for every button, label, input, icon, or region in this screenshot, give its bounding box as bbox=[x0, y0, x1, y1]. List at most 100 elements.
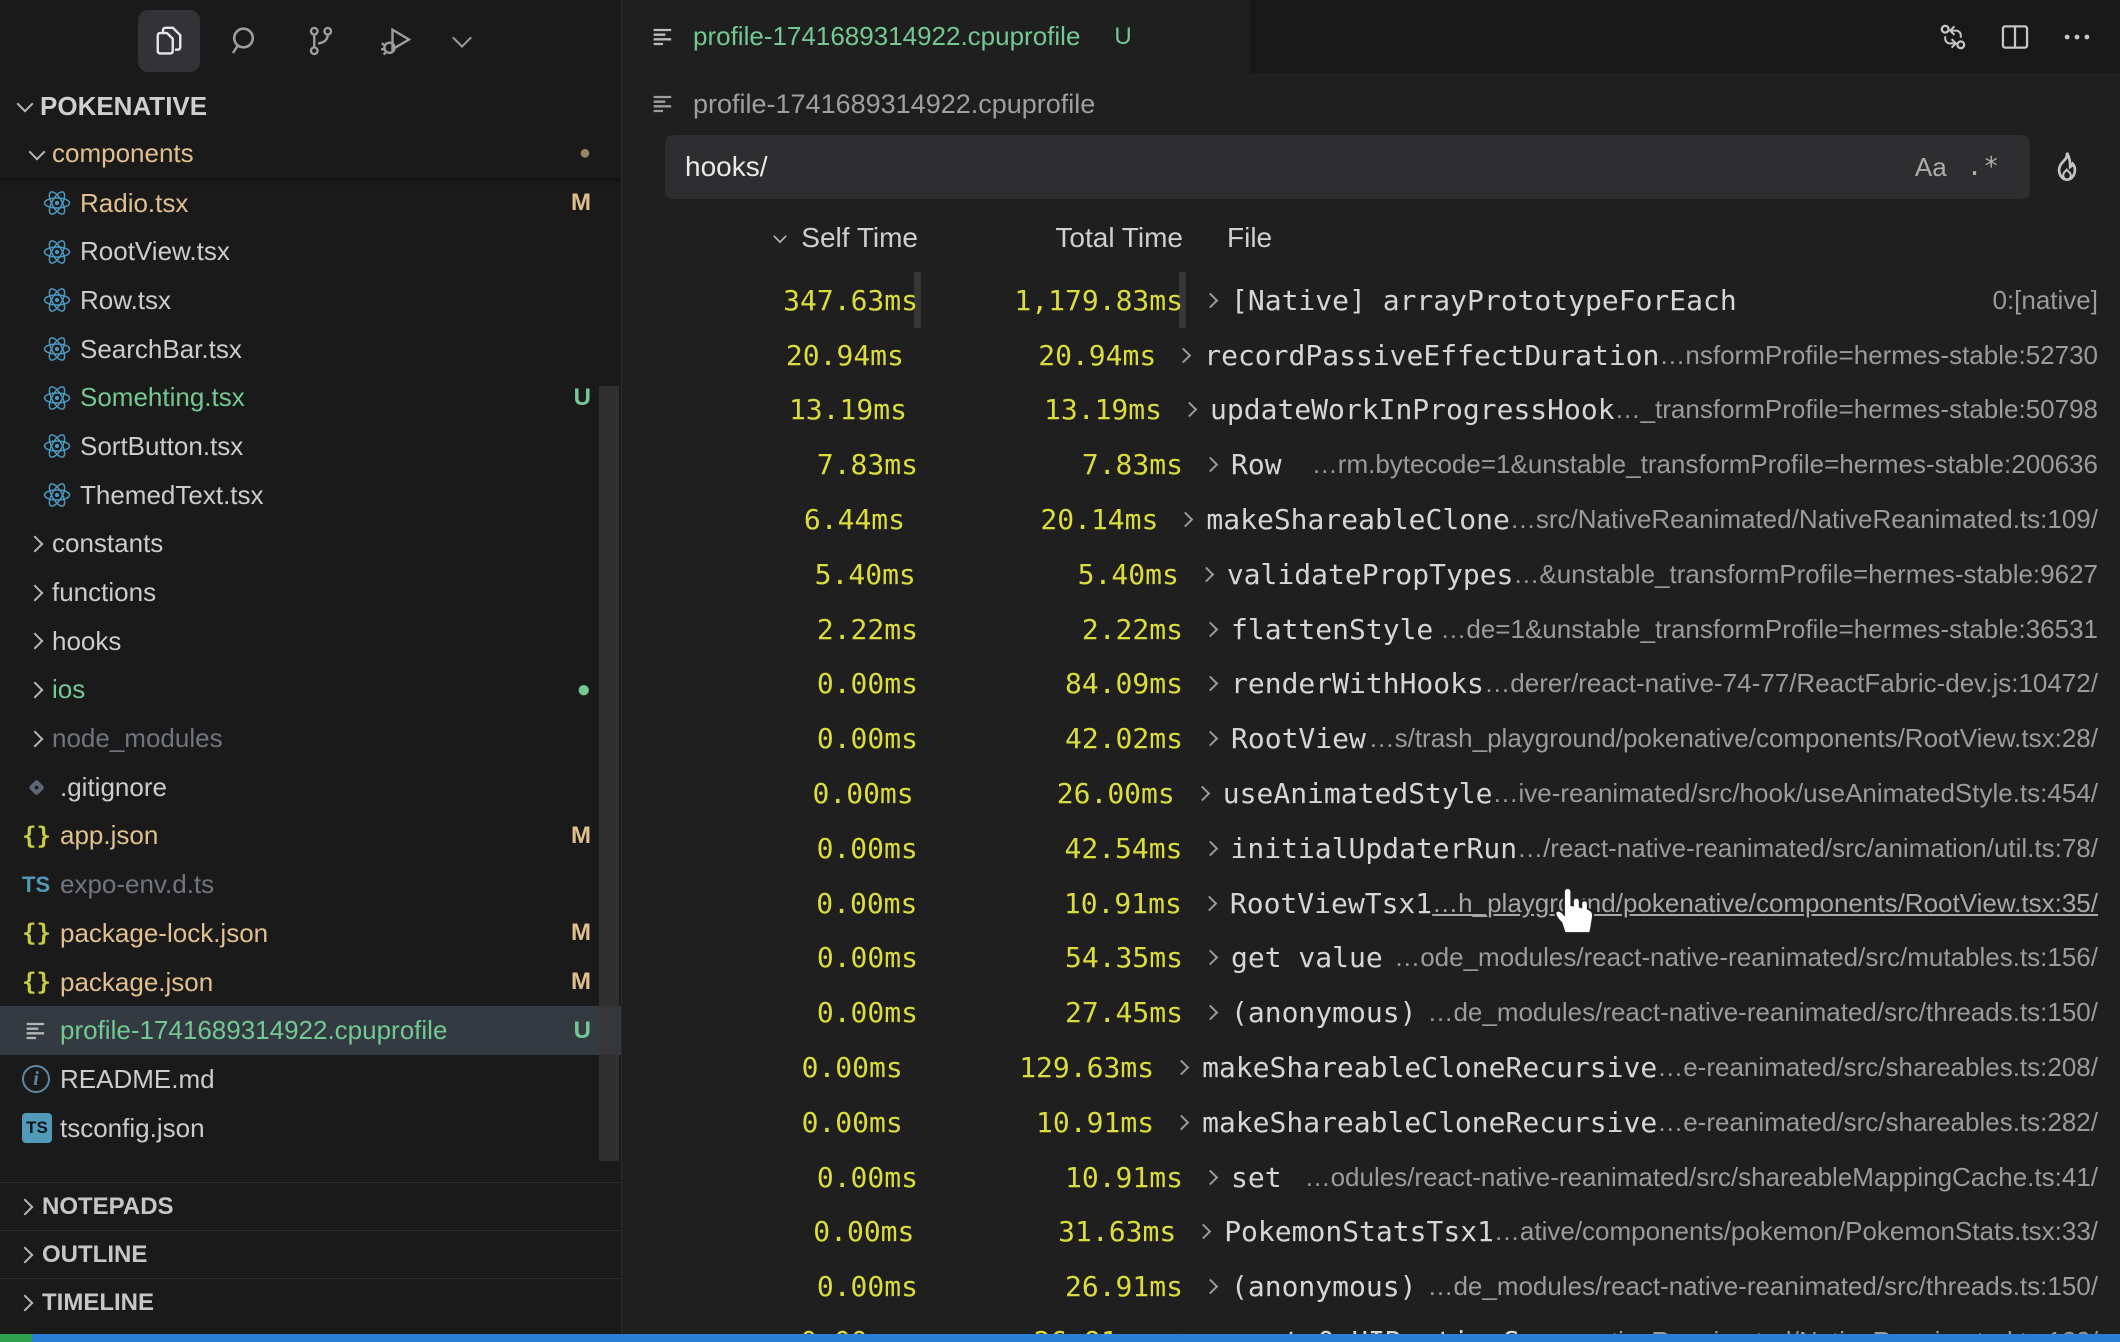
table-row[interactable]: 7.83ms 7.83ms Row …rm.bytecode=1&unstabl… bbox=[623, 437, 2120, 492]
project-header[interactable]: POKENATIVE bbox=[0, 82, 621, 130]
file-link[interactable]: …ative/components/pokemon/PokemonStats.t… bbox=[1494, 1216, 2120, 1247]
more-views-chevron-icon[interactable] bbox=[442, 21, 482, 61]
table-row[interactable]: 0.00ms 31.63ms PokemonStatsTsx1 …ative/c… bbox=[623, 1205, 2120, 1260]
search-icon[interactable] bbox=[214, 10, 276, 72]
expand-chevron-icon[interactable] bbox=[1205, 671, 1231, 697]
tree-item[interactable]: i README.md bbox=[0, 1055, 621, 1104]
run-debug-icon[interactable] bbox=[366, 10, 428, 72]
tree-item[interactable]: {} package-lock.json M bbox=[0, 909, 621, 958]
expand-chevron-icon[interactable] bbox=[1204, 890, 1230, 916]
sidebar-scrollbar[interactable] bbox=[599, 386, 619, 1161]
file-link[interactable]: …/react-native-reanimated/src/animation/… bbox=[1517, 833, 2120, 864]
file-link[interactable]: 0:[native] bbox=[1992, 285, 2120, 316]
expand-chevron-icon[interactable] bbox=[1176, 1055, 1202, 1081]
tree-item[interactable]: ThemedText.tsx bbox=[0, 471, 621, 520]
tree-item[interactable]: node_modules bbox=[0, 714, 621, 763]
column-file[interactable]: File bbox=[1227, 222, 1272, 254]
table-row[interactable]: 0.00ms 10.91ms RootViewTsx1 …h_playgroun… bbox=[623, 876, 2120, 931]
file-link[interactable]: …&unstable_transformProfile=hermes-stabl… bbox=[1513, 559, 2120, 590]
expand-chevron-icon[interactable] bbox=[1205, 1000, 1231, 1026]
section-notepads[interactable]: NOTEPADS bbox=[0, 1182, 622, 1230]
regex-icon[interactable]: .* bbox=[1957, 148, 2010, 186]
expand-chevron-icon[interactable] bbox=[1205, 287, 1231, 313]
tab-cpuprofile[interactable]: profile-1741689314922.cpuprofile U bbox=[623, 0, 1250, 73]
file-link[interactable]: …_transformProfile=hermes-stable:50798 bbox=[1615, 394, 2120, 425]
expand-chevron-icon[interactable] bbox=[1176, 1109, 1202, 1135]
explorer-icon[interactable] bbox=[138, 10, 200, 72]
tree-item[interactable]: components ● bbox=[0, 130, 621, 179]
expand-chevron-icon[interactable] bbox=[1205, 945, 1231, 971]
tree-item[interactable]: constants bbox=[0, 520, 621, 569]
expand-chevron-icon[interactable] bbox=[1180, 507, 1206, 533]
compare-changes-icon[interactable] bbox=[1936, 20, 1970, 54]
expand-chevron-icon[interactable] bbox=[1178, 342, 1204, 368]
file-link[interactable]: …rm.bytecode=1&unstable_transformProfile… bbox=[1312, 449, 2120, 480]
tree-item[interactable]: functions bbox=[0, 568, 621, 617]
more-actions-icon[interactable] bbox=[2060, 20, 2094, 54]
source-control-icon[interactable] bbox=[290, 10, 352, 72]
file-link[interactable]: …src/NativeReanimated/NativeReanimated.t… bbox=[1510, 504, 2120, 535]
tree-item[interactable]: .gitignore bbox=[0, 763, 621, 812]
file-link[interactable]: …e-reanimated/src/shareables.ts:208/ bbox=[1657, 1052, 2120, 1083]
table-row[interactable]: 0.00ms 84.09ms renderWithHooks …derer/re… bbox=[623, 657, 2120, 712]
expand-chevron-icon[interactable] bbox=[1205, 1164, 1231, 1190]
file-link[interactable]: …ive-reanimated/src/hook/useAnimatedStyl… bbox=[1492, 778, 2120, 809]
expand-chevron-icon[interactable] bbox=[1205, 726, 1231, 752]
tree-item[interactable]: {} app.json M bbox=[0, 812, 621, 861]
file-link[interactable]: …de_modules/react-native-reanimated/src/… bbox=[1427, 997, 2120, 1028]
file-link[interactable]: …de=1&unstable_transformProfile=hermes-s… bbox=[1440, 614, 2120, 645]
table-row[interactable]: 0.00ms 129.63ms makeShareableCloneRecurs… bbox=[623, 1040, 2120, 1095]
expand-chevron-icon[interactable] bbox=[1184, 397, 1210, 423]
file-link[interactable]: …e-reanimated/src/shareables.ts:282/ bbox=[1657, 1107, 2120, 1138]
file-link[interactable]: …ode_modules/react-native-reanimated/src… bbox=[1394, 942, 2120, 973]
file-link[interactable]: …derer/react-native-74-77/ReactFabric-de… bbox=[1484, 668, 2120, 699]
tree-item[interactable]: Radio.tsx M bbox=[0, 179, 621, 228]
file-link[interactable]: …s/trash_playground/pokenative/component… bbox=[1369, 723, 2120, 754]
expand-chevron-icon[interactable] bbox=[1205, 616, 1231, 642]
tree-item[interactable]: TS expo-env.d.ts bbox=[0, 860, 621, 909]
table-row[interactable]: 13.19ms 13.19ms updateWorkInProgressHook… bbox=[623, 383, 2120, 438]
tree-item[interactable]: SortButton.tsx bbox=[0, 422, 621, 471]
table-row[interactable]: 0.00ms 10.91ms set …odules/react-native-… bbox=[623, 1150, 2120, 1205]
table-row[interactable]: 0.00ms 42.02ms RootView …s/trash_playgro… bbox=[623, 711, 2120, 766]
tree-item[interactable]: TS tsconfig.json bbox=[0, 1104, 621, 1153]
table-row[interactable]: 0.00ms 27.45ms (anonymous) …de_modules/r… bbox=[623, 985, 2120, 1040]
file-link[interactable]: …de_modules/react-native-reanimated/src/… bbox=[1427, 1271, 2120, 1302]
split-editor-icon[interactable] bbox=[1998, 20, 2032, 54]
tree-item[interactable]: RootView.tsx bbox=[0, 227, 621, 276]
tree-item[interactable]: {} package.json M bbox=[0, 958, 621, 1007]
tree-item[interactable]: hooks bbox=[0, 617, 621, 666]
section-outline[interactable]: OUTLINE bbox=[0, 1230, 622, 1278]
file-link[interactable]: …odules/react-native-reanimated/src/shar… bbox=[1305, 1162, 2120, 1193]
table-row[interactable]: 0.00ms 26.91ms (anonymous) …de_modules/r… bbox=[623, 1259, 2120, 1314]
tree-item[interactable]: ios ● bbox=[0, 666, 621, 715]
column-total-time[interactable]: Total Time bbox=[918, 222, 1183, 254]
section-timeline[interactable]: TIMELINE bbox=[0, 1278, 622, 1326]
tree-item[interactable]: Row.tsx bbox=[0, 276, 621, 325]
table-row[interactable]: 347.63ms 1,179.83ms [Native] arrayProtot… bbox=[623, 273, 2120, 328]
table-row[interactable]: 2.22ms 2.22ms flattenStyle …de=1&unstabl… bbox=[623, 602, 2120, 657]
expand-chevron-icon[interactable] bbox=[1201, 561, 1227, 587]
table-row[interactable]: 0.00ms 26.00ms useAnimatedStyle …ive-rea… bbox=[623, 766, 2120, 821]
table-row[interactable]: 0.00ms 54.35ms get value …ode_modules/re… bbox=[623, 931, 2120, 986]
tree-item[interactable]: SearchBar.tsx bbox=[0, 325, 621, 374]
table-row[interactable]: 0.00ms 10.91ms makeShareableCloneRecursi… bbox=[623, 1095, 2120, 1150]
tree-item[interactable]: Somehting.tsx U bbox=[0, 373, 621, 422]
expand-chevron-icon[interactable] bbox=[1197, 781, 1223, 807]
expand-chevron-icon[interactable] bbox=[1205, 835, 1231, 861]
file-link[interactable]: …ativeReanimated/NativeReanimated.ts:129… bbox=[1570, 1326, 2120, 1334]
table-row[interactable]: 0.00ms 42.54ms initialUpdaterRun …/react… bbox=[623, 821, 2120, 876]
expand-chevron-icon[interactable] bbox=[1198, 1219, 1224, 1245]
match-case-icon[interactable]: Aa bbox=[1905, 148, 1957, 187]
column-self-time[interactable]: Self Time bbox=[623, 222, 918, 254]
flame-graph-icon[interactable] bbox=[2048, 148, 2086, 186]
expand-chevron-icon[interactable] bbox=[1205, 1274, 1231, 1300]
expand-chevron-icon[interactable] bbox=[1205, 452, 1231, 478]
filter-input[interactable] bbox=[685, 151, 1905, 183]
file-link[interactable]: …h_playground/pokenative/components/Root… bbox=[1432, 888, 2120, 919]
file-link[interactable]: …nsformProfile=hermes-stable:52730 bbox=[1659, 340, 2120, 371]
tree-item[interactable]: profile-1741689314922.cpuprofile U bbox=[0, 1006, 621, 1055]
table-row[interactable]: 0.00ms 26.91ms executeOnUIRuntimeSync …a… bbox=[623, 1314, 2120, 1334]
table-row[interactable]: 20.94ms 20.94ms recordPassiveEffectDurat… bbox=[623, 328, 2120, 383]
table-row[interactable]: 5.40ms 5.40ms validatePropTypes …&unstab… bbox=[623, 547, 2120, 602]
